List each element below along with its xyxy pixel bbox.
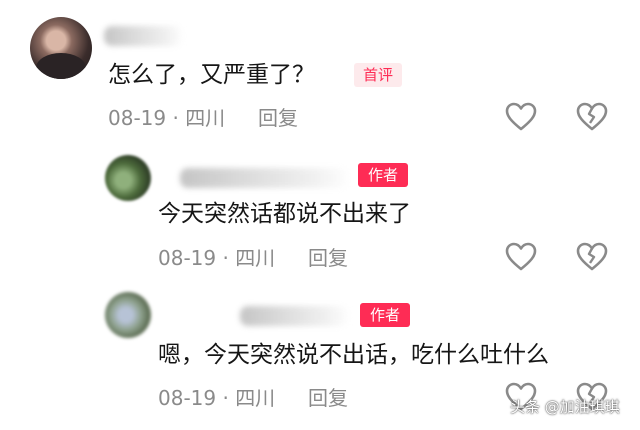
- reply-button[interactable]: 回复: [308, 385, 348, 411]
- avatar[interactable]: [105, 155, 151, 201]
- watermark: 头条 @加油琪琪: [510, 398, 620, 416]
- comment-text: 嗯，今天突然说不出话，吃什么吐什么: [158, 342, 549, 368]
- heart-outline-icon[interactable]: [505, 242, 537, 272]
- username-blurred[interactable]: [104, 26, 184, 46]
- first-comment-badge: 首评: [354, 63, 402, 87]
- comment-text: 今天突然话都说不出来了: [158, 201, 411, 227]
- author-badge: 作者: [358, 163, 408, 187]
- broken-heart-icon[interactable]: [576, 242, 608, 272]
- author-badge: 作者: [360, 303, 410, 327]
- avatar[interactable]: [105, 292, 151, 338]
- comment-meta: 08-19 · 四川: [158, 246, 276, 270]
- heart-outline-icon[interactable]: [505, 102, 537, 132]
- comment-text: 怎么了，又严重了？: [108, 62, 315, 88]
- comment-meta: 08-19 · 四川: [158, 386, 276, 410]
- reply-button[interactable]: 回复: [258, 105, 298, 131]
- username-blurred[interactable]: [240, 306, 350, 326]
- username-blurred[interactable]: [180, 168, 350, 188]
- comment-meta: 08-19 · 四川: [108, 106, 226, 130]
- broken-heart-icon[interactable]: [576, 102, 608, 132]
- avatar[interactable]: [30, 17, 92, 79]
- reply-button[interactable]: 回复: [308, 245, 348, 271]
